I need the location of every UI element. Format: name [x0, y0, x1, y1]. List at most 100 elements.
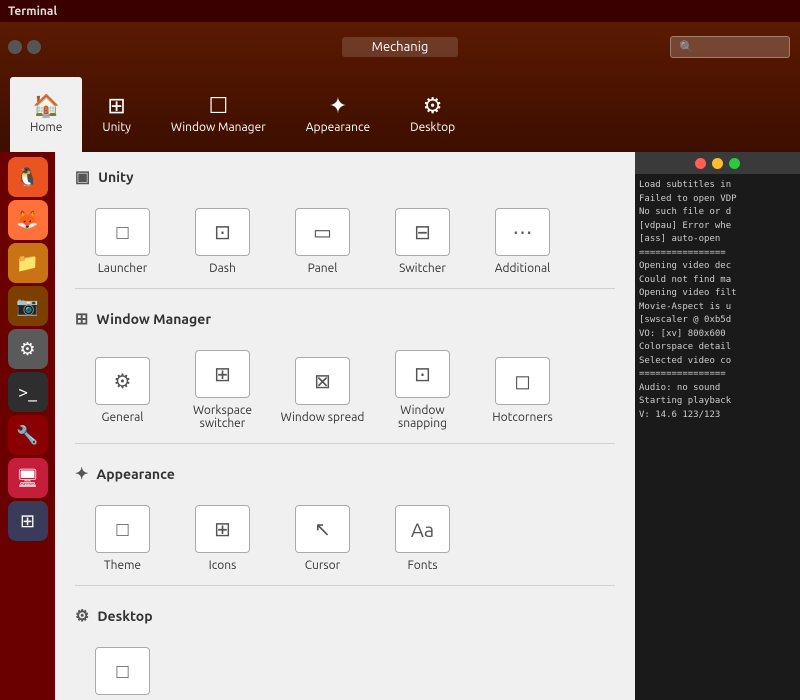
item-label-cursor: Cursor: [305, 559, 340, 572]
item-label-dash: Dash: [209, 262, 236, 275]
item-icon-theme: □: [95, 505, 150, 553]
term-line-5: ================: [639, 247, 796, 261]
sidebar-icon-files[interactable]: 📁: [8, 243, 48, 283]
grid-item-dash[interactable]: ⊡ Dash: [175, 198, 270, 283]
section-label-unity: Unity: [98, 169, 133, 185]
item-icon-icons: □: [95, 647, 150, 695]
item-icon-hotcorners: ◻: [495, 357, 550, 405]
items-grid-unity: □ Launcher ⊡ Dash ▭ Panel ⊟ Switcher ⋯ A…: [75, 198, 615, 283]
item-icon-switcher: ⊟: [395, 208, 450, 256]
item-icon-window-spread: ⊠: [295, 357, 350, 405]
sidebar-icon-tools[interactable]: 🔧: [8, 415, 48, 455]
divider-appearance: [75, 585, 615, 586]
grid-item-window-spread[interactable]: ⊠ Window spread: [275, 340, 370, 438]
nav-tab-window-manager[interactable]: ☐ Window Manager: [151, 77, 286, 152]
search-input[interactable]: [670, 36, 790, 58]
term-line-17: V: 14.6 123/123: [639, 409, 796, 423]
item-label-hotcorners: Hotcorners: [492, 411, 552, 424]
item-label-window-spread: Window spread: [281, 411, 365, 424]
item-label-general: General: [102, 411, 144, 424]
item-icon-fonts: Aa: [395, 505, 450, 553]
grid-item-theme[interactable]: □ Theme: [75, 495, 170, 580]
term-min-btn[interactable]: [712, 158, 723, 169]
term-line-15: Audio: no sound: [639, 382, 796, 396]
grid-item-window-snapping[interactable]: ⊡ Window snapping: [375, 340, 470, 438]
nav-bar-top: Mechanig: [0, 22, 800, 72]
section-header-unity: ▣ Unity: [75, 167, 615, 186]
section-label-desktop: Desktop: [97, 608, 152, 624]
item-label-switcher: Switcher: [399, 262, 446, 275]
item-icon-workspace-switcher: ⊞: [195, 350, 250, 398]
sidebar-icon-terminal[interactable]: >_: [8, 372, 48, 412]
nav-tab-label-home: Home: [30, 121, 62, 134]
grid-item-fonts[interactable]: Aa Fonts: [375, 495, 470, 580]
term-line-6: Opening video dec: [639, 260, 796, 274]
sidebar-icon-photos[interactable]: 📷: [8, 286, 48, 326]
term-line-3: [vdpau] Error whe: [639, 220, 796, 234]
section-window-manager: ⊞ Window Manager ⚙ General ⊞ Workspace s…: [75, 309, 615, 444]
nav-tab-appearance[interactable]: ✦ Appearance: [286, 77, 390, 152]
item-icon-launcher: □: [95, 208, 150, 256]
nav-tab-label-window-manager: Window Manager: [171, 121, 266, 134]
title-bar: Terminal: [0, 0, 800, 22]
main-area: 🐧🦊📁📷⚙>_🔧🖥⊞ ▣ Unity □ Launcher ⊡ Dash ▭ P…: [0, 152, 800, 700]
grid-item-panel[interactable]: ▭ Panel: [275, 198, 370, 283]
term-line-9: Movie-Aspect is u: [639, 301, 796, 315]
term-line-2: No such file or d: [639, 206, 796, 220]
nav-tab-unity[interactable]: ⊞ Unity: [82, 77, 150, 152]
term-line-0: Load subtitles in: [639, 179, 796, 193]
term-line-16: Starting playback: [639, 395, 796, 409]
nav-tab-home[interactable]: 🏠 Home: [10, 77, 82, 152]
grid-item-icons[interactable]: ⊞ Icons: [175, 495, 270, 580]
grid-item-launcher[interactable]: □ Launcher: [75, 198, 170, 283]
nav-bar: Mechanig 🏠 Home ⊞ Unity ☐ Window Manager…: [0, 22, 800, 152]
grid-item-cursor[interactable]: ↖ Cursor: [275, 495, 370, 580]
nav-tab-label-unity: Unity: [102, 121, 130, 134]
sidebar-icon-settings[interactable]: ⚙: [8, 329, 48, 369]
terminal-panel: Load subtitles inFailed to open VDPNo su…: [635, 152, 800, 700]
grid-item-switcher[interactable]: ⊟ Switcher: [375, 198, 470, 283]
term-close-btn[interactable]: [695, 158, 706, 169]
section-appearance: ✦ Appearance □ Theme ⊞ Icons ↖ Cursor Aa…: [75, 464, 615, 586]
grid-item-hotcorners[interactable]: ◻ Hotcorners: [475, 340, 570, 438]
grid-item-icons[interactable]: □ Icons: [75, 637, 170, 700]
nav-tab-desktop[interactable]: ⚙ Desktop: [390, 77, 475, 152]
items-grid-window-manager: ⚙ General ⊞ Workspace switcher ⊠ Window …: [75, 340, 615, 438]
grid-item-additional[interactable]: ⋯ Additional: [475, 198, 570, 283]
term-line-1: Failed to open VDP: [639, 193, 796, 207]
search-area: [670, 36, 790, 58]
sidebar-icon-display[interactable]: 🖥: [8, 458, 48, 498]
section-label-appearance: Appearance: [96, 466, 174, 482]
term-line-7: Could not find ma: [639, 274, 796, 288]
sidebar-icon-firefox[interactable]: 🦊: [8, 200, 48, 240]
win-min-btn[interactable]: [27, 40, 41, 54]
item-icon-window-snapping: ⊡: [395, 350, 450, 398]
section-header-window-manager: ⊞ Window Manager: [75, 309, 615, 328]
grid-item-general[interactable]: ⚙ General: [75, 340, 170, 438]
term-line-11: VO: [xv] 800x600: [639, 328, 796, 342]
items-grid-appearance: □ Theme ⊞ Icons ↖ Cursor Aa Fonts: [75, 495, 615, 580]
nav-tab-icon-desktop: ⚙: [423, 95, 443, 117]
term-line-14: ================: [639, 368, 796, 382]
item-icon-general: ⚙: [95, 357, 150, 405]
term-max-btn[interactable]: [729, 158, 740, 169]
grid-item-workspace-switcher[interactable]: ⊞ Workspace switcher: [175, 340, 270, 438]
sidebar-icon-ubuntu[interactable]: 🐧: [8, 157, 48, 197]
term-line-12: Colorspace detail: [639, 341, 796, 355]
term-line-13: Selected video co: [639, 355, 796, 369]
term-line-8: Opening video filt: [639, 287, 796, 301]
item-label-window-snapping: Window snapping: [380, 404, 465, 430]
nav-tab-label-appearance: Appearance: [306, 121, 370, 134]
terminal-content: Load subtitles inFailed to open VDPNo su…: [635, 174, 800, 427]
section-icon-unity: ▣: [75, 167, 90, 186]
item-icon-cursor: ↖: [295, 505, 350, 553]
item-label-icons: Icons: [209, 559, 237, 572]
item-icon-panel: ▭: [295, 208, 350, 256]
divider-window-manager: [75, 443, 615, 444]
section-header-desktop: ⚙ Desktop: [75, 606, 615, 625]
sidebar-icon-workspace[interactable]: ⊞: [8, 501, 48, 541]
win-close-btn[interactable]: [8, 40, 22, 54]
section-icon-desktop: ⚙: [75, 606, 89, 625]
item-icon-icons: ⊞: [195, 505, 250, 553]
section-icon-window-manager: ⊞: [75, 309, 88, 328]
